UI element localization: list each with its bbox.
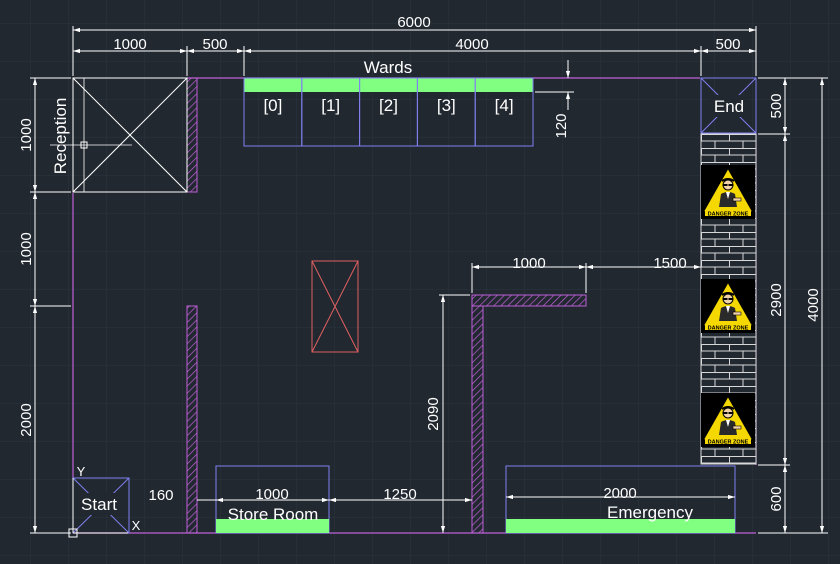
dim-left-2: 1000 xyxy=(18,232,35,265)
dim-left-3: 2000 xyxy=(18,403,35,436)
dim-emergency-width: 2000 xyxy=(603,485,636,502)
start-label: Start xyxy=(81,495,117,514)
danger-zone-sign: DANGER ZONE xyxy=(700,278,756,334)
danger-zone-sign: DANGER ZONE xyxy=(700,392,756,448)
dim-top-total: 6000 xyxy=(397,14,430,31)
floor-plan-canvas: Reception Wards [0] [1] [2] [3] [4] End DANG… xyxy=(0,0,840,564)
wall-left-lower xyxy=(186,305,198,534)
dim-gap-width: 1250 xyxy=(383,486,416,503)
dim-top-seg-3: 4000 xyxy=(455,36,488,53)
ward-bed-label: [3] xyxy=(437,96,456,115)
dim-right-1: 500 xyxy=(768,93,785,118)
ward-bed-label: [4] xyxy=(495,96,514,115)
ward-bed-label: [1] xyxy=(321,96,340,115)
dim-corridor-1: 1000 xyxy=(512,255,545,272)
wall-middle-vertical xyxy=(471,305,484,534)
emergency-label: Emergency xyxy=(607,503,693,522)
dim-left-1: 1000 xyxy=(18,118,35,151)
dim-top-seg-1: 1000 xyxy=(113,36,146,53)
danger-signs: DANGER ZONE DANGER ZONE DANGER ZONE xyxy=(700,164,756,448)
ward-bed-label: [2] xyxy=(379,96,398,115)
dim-mid-wall-height: 2090 xyxy=(425,397,442,430)
wards-label: Wards xyxy=(364,58,413,77)
reception-label: Reception xyxy=(51,98,70,175)
dim-top-seg-4: 500 xyxy=(715,36,740,53)
dim-store-width: 1000 xyxy=(255,486,288,503)
danger-zone-label: DANGER ZONE xyxy=(708,212,749,218)
wall-reception-right xyxy=(186,77,198,193)
axis-x-label: X xyxy=(132,518,141,533)
end-label: End xyxy=(714,97,744,116)
ward-bed-label: [0] xyxy=(263,96,282,115)
danger-zone-sign: DANGER ZONE xyxy=(700,164,756,220)
axis-y-label: Y xyxy=(77,464,86,479)
danger-zone-label: DANGER ZONE xyxy=(708,440,749,446)
dim-bottom-gap: 160 xyxy=(148,487,173,504)
dim-corridor-2: 1500 xyxy=(653,255,686,272)
dim-right-3: 600 xyxy=(768,486,785,511)
wall-middle-horizontal xyxy=(471,294,587,307)
dim-right-2: 2900 xyxy=(768,283,785,316)
dim-top-seg-2: 500 xyxy=(202,36,227,53)
dim-right-total: 4000 xyxy=(805,288,822,321)
store-room-label: Store Room xyxy=(228,505,319,524)
danger-zone-label: DANGER ZONE xyxy=(708,326,749,332)
dim-ward-height: 120 xyxy=(553,113,570,138)
